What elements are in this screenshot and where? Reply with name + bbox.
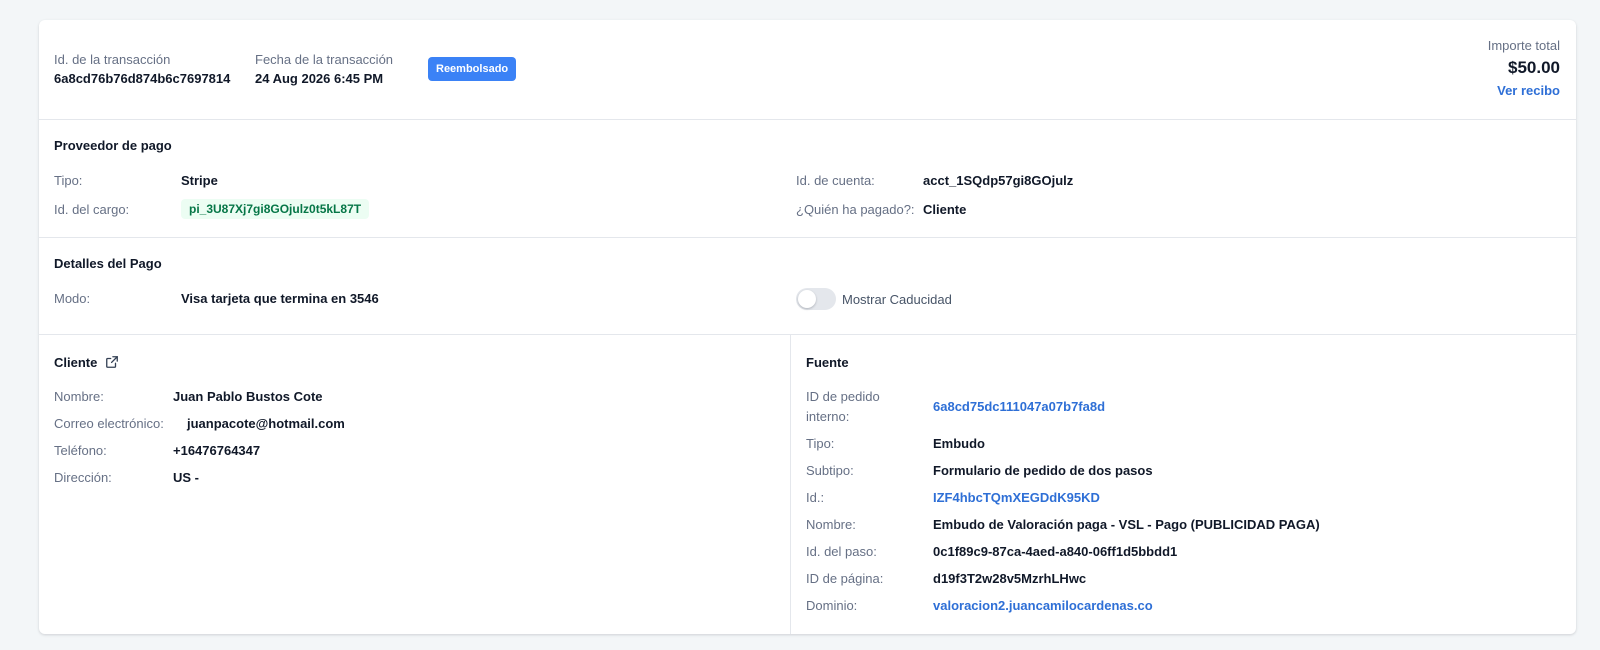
order-id-label-line2: interno: <box>806 409 850 424</box>
payment-mode-label: Modo: <box>54 291 91 306</box>
order-id-link[interactable]: 6a8cd75dc111047a07b7fa8d <box>933 399 1105 414</box>
source-subtype-value: Formulario de pedido de dos pasos <box>933 463 1153 478</box>
view-receipt-link[interactable]: Ver recibo <box>1488 83 1560 98</box>
step-id-label: Id. del paso: <box>806 544 877 559</box>
domain-link[interactable]: valoracion2.juancamilocardenas.co <box>933 598 1153 613</box>
client-panel: Cliente Nombre: Juan Pablo Bustos Cote C… <box>39 335 791 634</box>
toggle-knob <box>798 290 816 308</box>
total-block: Importe total $50.00 Ver recibo <box>1488 38 1560 98</box>
source-type-value: Embudo <box>933 436 985 451</box>
page-id-value: d19f3T2w28v5MzrhLHwc <box>933 571 1087 586</box>
client-email-value: juanpacote@hotmail.com <box>187 416 345 431</box>
account-id-label: Id. de cuenta: <box>796 173 875 188</box>
source-panel: Fuente ID de pedido interno: 6a8cd75dc11… <box>791 335 1576 634</box>
total-amount: $50.00 <box>1508 58 1560 77</box>
payer-value: Cliente <box>923 202 967 217</box>
source-subtype-label: Subtipo: <box>806 463 854 478</box>
account-id-value: acct_1SQdp57gi8GOjulz <box>923 173 1074 188</box>
transaction-id-label: Id. de la transacción <box>54 52 171 67</box>
client-source-section: Cliente Nombre: Juan Pablo Bustos Cote C… <box>39 335 1576 634</box>
section-title-client: Cliente <box>54 355 98 370</box>
source-id-label: Id.: <box>806 490 825 505</box>
source-type-label: Tipo: <box>806 436 835 451</box>
client-address-value: US - <box>173 470 199 485</box>
external-link-icon[interactable] <box>105 355 119 369</box>
transaction-detail-card: Id. de la transacción 6a8cd76b76d874b6c7… <box>39 20 1576 634</box>
page-id-label: ID de página: <box>806 571 884 586</box>
source-name-label: Nombre: <box>806 517 856 532</box>
show-expiry-label: Mostrar Caducidad <box>842 292 952 307</box>
step-id-value: 0c1f89c9-87ca-4aed-a840-06ff1d5bbdd1 <box>933 544 1178 559</box>
total-label: Importe total <box>1487 38 1560 53</box>
section-title-source: Fuente <box>806 355 849 370</box>
domain-label: Dominio: <box>806 598 858 613</box>
provider-type-value: Stripe <box>181 173 218 188</box>
show-expiry-toggle[interactable] <box>796 288 836 310</box>
client-address-label: Dirección: <box>54 470 112 485</box>
transaction-date-label: Fecha de la transacción <box>255 52 394 67</box>
payment-details-section: Detalles del Pago Modo: Visa tarjeta que… <box>39 238 1576 335</box>
charge-id-chip[interactable]: pi_3U87Xj7gi8GOjulz0t5kL87T <box>181 199 370 219</box>
status-badge: Reembolsado <box>428 57 517 81</box>
transaction-header: Id. de la transacción 6a8cd76b76d874b6c7… <box>39 20 1576 120</box>
provider-type-label: Tipo: <box>54 173 83 188</box>
order-id-label-line1: ID de pedido <box>806 389 880 404</box>
source-id-link[interactable]: IZF4hbcTQmXEGDdK95KD <box>933 490 1100 505</box>
payment-mode-value: Visa tarjeta que termina en 3546 <box>181 291 379 306</box>
section-title-provider: Proveedor de pago <box>54 138 172 153</box>
client-name-label: Nombre: <box>54 389 104 404</box>
client-phone-value: +16476764347 <box>173 443 261 458</box>
client-name-value: Juan Pablo Bustos Cote <box>173 389 323 404</box>
transaction-id-value: 6a8cd76b76d874b6c7697814 <box>54 71 231 86</box>
transaction-date-value: 24 Aug 2026 6:45 PM <box>255 71 384 86</box>
payer-label: ¿Quién ha pagado?: <box>796 202 915 217</box>
client-email-label: Correo electrónico: <box>54 416 164 431</box>
section-title-payment: Detalles del Pago <box>54 256 162 271</box>
payment-provider-section: Proveedor de pago Tipo: Stripe Id. del c… <box>39 120 1576 238</box>
source-name-value: Embudo de Valoración paga - VSL - Pago (… <box>933 517 1320 532</box>
client-phone-label: Teléfono: <box>54 443 107 458</box>
charge-id-label: Id. del cargo: <box>54 202 130 217</box>
